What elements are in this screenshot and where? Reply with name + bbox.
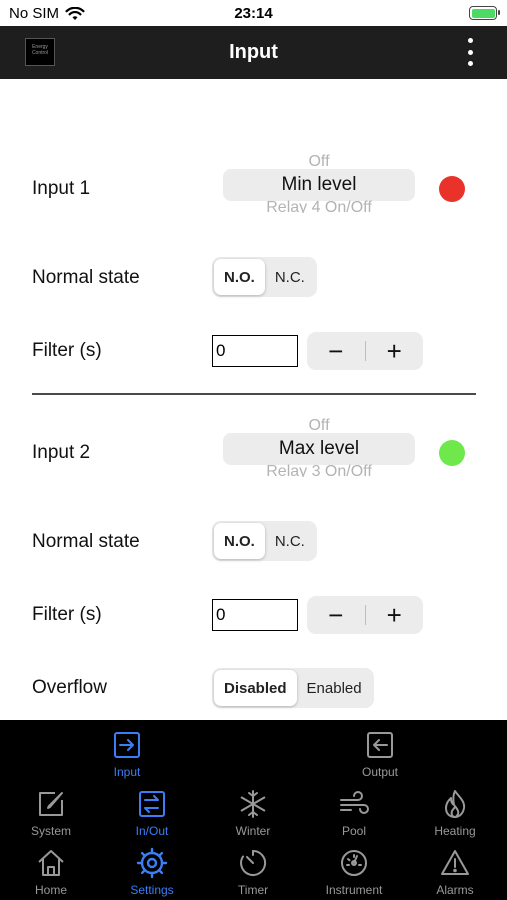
- arrow-left-box-icon: [367, 732, 393, 758]
- status-bar: No SIM 23:14: [0, 0, 507, 26]
- tab-alarms[interactable]: Alarms: [405, 847, 505, 897]
- tab-label: Settings: [130, 883, 174, 897]
- tab-label: Pool: [341, 824, 367, 838]
- input1-label: Input 1: [32, 178, 91, 199]
- flame-icon: [445, 790, 466, 818]
- input2-filter-field[interactable]: [212, 599, 298, 631]
- subtab-label: Output: [361, 765, 399, 779]
- timer-icon: [240, 849, 267, 876]
- gear-icon: [136, 847, 168, 879]
- tab-label: System: [30, 824, 71, 838]
- input-settings: Input 1 Off Min level Relay 4 On/Off Nor…: [0, 79, 507, 720]
- input2-normal-state-toggle[interactable]: N.O. N.C.: [212, 521, 317, 561]
- navigation-bar: Energy Control Input: [0, 26, 507, 79]
- increment-button[interactable]: +: [366, 596, 424, 634]
- tab-home[interactable]: Home: [1, 847, 101, 897]
- subtab-input[interactable]: Input: [77, 729, 177, 779]
- overflow-enabled-option[interactable]: Enabled: [297, 670, 372, 706]
- tab-system[interactable]: System: [1, 788, 101, 838]
- swap-icon: [139, 791, 165, 817]
- picker-selected-option[interactable]: Min level: [223, 169, 415, 201]
- tab-heating[interactable]: Heating: [405, 788, 505, 838]
- normal-open-option[interactable]: N.O.: [214, 259, 265, 295]
- page-title: Input: [229, 41, 278, 63]
- more-menu-icon[interactable]: [467, 38, 473, 66]
- input1-filter-label: Filter (s): [32, 340, 102, 361]
- arrow-right-box-icon: [114, 732, 140, 758]
- tab-label: Alarms: [436, 883, 474, 897]
- picker-option-below[interactable]: Relay 3 On/Off: [223, 463, 415, 477]
- tab-instrument[interactable]: Instrument: [304, 847, 404, 897]
- input1-filter-field[interactable]: [212, 335, 298, 367]
- gauge-icon: [341, 850, 367, 876]
- tab-settings[interactable]: Settings: [102, 847, 202, 897]
- tab-label: Instrument: [325, 883, 383, 897]
- input2-status-indicator: [439, 440, 465, 466]
- wind-icon: [340, 791, 369, 814]
- input1-function-picker[interactable]: Off Min level Relay 4 On/Off: [223, 153, 415, 217]
- tab-label: In/Out: [135, 824, 169, 838]
- input2-function-picker[interactable]: Off Max level Relay 3 On/Off: [223, 417, 415, 481]
- picker-selected-option[interactable]: Max level: [223, 433, 415, 465]
- snowflake-icon: [240, 790, 266, 818]
- tab-in-out[interactable]: In/Out: [102, 788, 202, 838]
- tab-label: Timer: [237, 883, 269, 897]
- decrement-button[interactable]: −: [307, 596, 365, 634]
- normal-closed-option[interactable]: N.C.: [265, 259, 315, 295]
- tab-label: Home: [34, 883, 67, 897]
- edit-icon: [39, 792, 63, 816]
- input2-label: Input 2: [32, 442, 91, 463]
- normal-open-option[interactable]: N.O.: [214, 523, 265, 559]
- tab-winter[interactable]: Winter: [203, 788, 303, 838]
- picker-option-below[interactable]: Relay 4 On/Off: [223, 199, 415, 213]
- warning-icon: [441, 850, 469, 875]
- tab-pool[interactable]: Pool: [304, 788, 404, 838]
- bottom-tab-bar: Input Output System In/Out Winter Pool H…: [0, 720, 507, 900]
- input1-normal-state-toggle[interactable]: N.O. N.C.: [212, 257, 317, 297]
- normal-closed-option[interactable]: N.C.: [265, 523, 315, 559]
- input1-filter-stepper[interactable]: − +: [307, 332, 423, 370]
- clock: 23:14: [234, 5, 273, 22]
- increment-button[interactable]: +: [366, 332, 424, 370]
- overflow-toggle[interactable]: Disabled Enabled: [212, 668, 374, 708]
- input2-normal-state-label: Normal state: [32, 531, 140, 552]
- subtab-output[interactable]: Output: [330, 729, 430, 779]
- tab-label: Heating: [434, 824, 476, 838]
- overflow-disabled-option[interactable]: Disabled: [214, 670, 297, 706]
- home-icon: [38, 850, 64, 876]
- input2-filter-stepper[interactable]: − +: [307, 596, 423, 634]
- tab-timer[interactable]: Timer: [203, 847, 303, 897]
- subtab-label: Input: [113, 765, 141, 779]
- battery-icon: [469, 6, 500, 20]
- tab-label: Winter: [235, 824, 271, 838]
- decrement-button[interactable]: −: [307, 332, 365, 370]
- overflow-label: Overflow: [32, 677, 107, 698]
- input1-status-indicator: [439, 176, 465, 202]
- input2-filter-label: Filter (s): [32, 604, 102, 625]
- input1-normal-state-label: Normal state: [32, 267, 140, 288]
- section-divider: [32, 393, 476, 395]
